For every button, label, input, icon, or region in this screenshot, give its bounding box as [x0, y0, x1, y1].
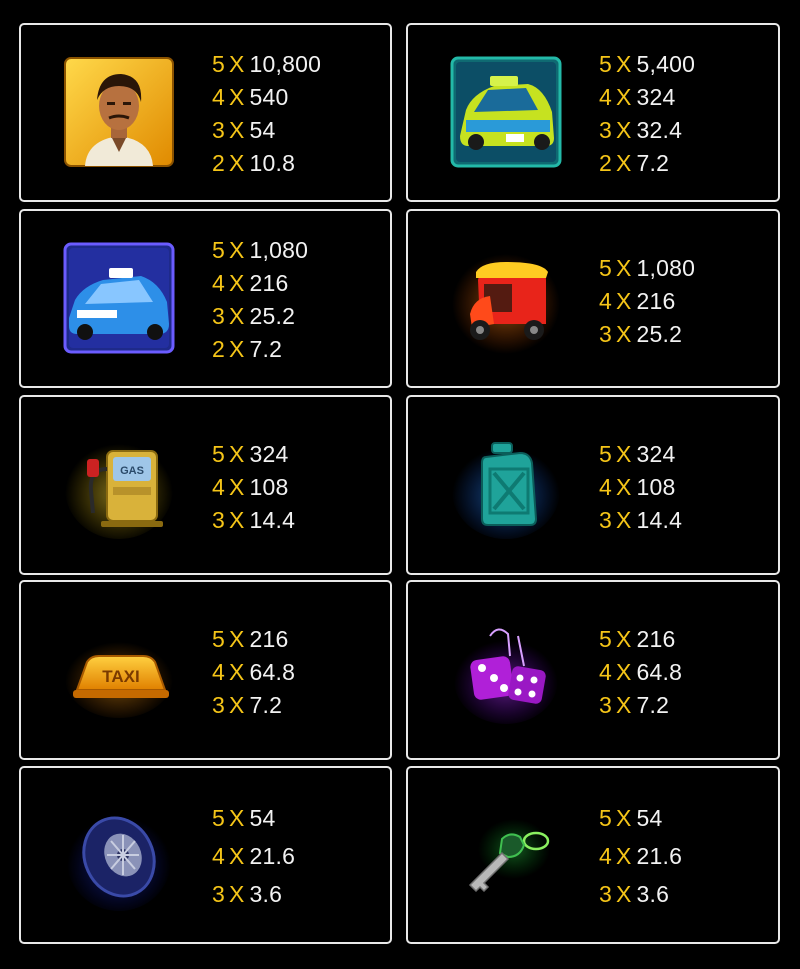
car-key-icon	[446, 797, 566, 917]
pay-row: 5 X 54	[212, 805, 276, 831]
pay-row: 3 X 54	[212, 117, 276, 143]
taxi-roof-sign-icon: TAXI	[59, 612, 179, 732]
driver-portrait-icon	[59, 52, 179, 172]
pay-row: 4 X 540	[212, 84, 289, 110]
paytable-card-rickshaw: 5 X 1,080 4 X 216 3 X 25.2	[406, 209, 780, 388]
pay-row: 3 X 3.6	[599, 881, 670, 907]
pay-row: 5 X 54	[599, 805, 663, 831]
pay-row: 3 X 7.2	[212, 692, 283, 718]
paytable-values: 5 X 1,080 4 X 216 3 X 25.2	[599, 252, 695, 351]
pay-row: 5 X 216	[212, 626, 289, 652]
pay-row: 4 X 21.6	[212, 843, 296, 869]
paytable-values: 5 X 324 4 X 108 3 X 14.4	[599, 438, 682, 537]
pay-row: 4 X 21.6	[599, 843, 683, 869]
auto-rickshaw-icon	[446, 240, 566, 360]
pay-row: 4 X 108	[599, 474, 676, 500]
pay-row: 3 X 14.4	[212, 507, 296, 533]
paytable-values: 5 X 54 4 X 21.6 3 X 3.6	[212, 790, 295, 922]
blue-taxi-car-icon	[59, 238, 179, 358]
fuzzy-dice-icon	[446, 612, 566, 732]
paytable-card-jerry-can: 5 X 324 4 X 108 3 X 14.4	[406, 395, 780, 575]
pay-row: 5 X 1,080	[599, 255, 696, 281]
pay-row: 5 X 216	[599, 626, 676, 652]
tire-icon	[59, 797, 179, 917]
yellow-green-taxi-icon	[446, 52, 566, 172]
paytable-values: 5 X 216 4 X 64.8 3 X 7.2	[212, 623, 295, 722]
gas-pump-icon: GAS	[59, 425, 179, 545]
pay-row: 4 X 108	[212, 474, 289, 500]
pay-row: 4 X 324	[599, 84, 676, 110]
pay-row: 2 X 7.2	[599, 150, 670, 176]
paytable-values: 5 X 5,400 4 X 324 3 X 32.4 2 X 7.2	[599, 50, 695, 178]
pay-row: 5 X 324	[212, 441, 289, 467]
paytable-values: 5 X 1,080 4 X 216 3 X 25.2 2 X 7.2	[212, 236, 308, 364]
paytable-card-car-key: 5 X 54 4 X 21.6 3 X 3.6	[406, 766, 780, 944]
pay-row: 4 X 216	[599, 288, 676, 314]
pay-row: 5 X 5,400	[599, 51, 696, 77]
paytable-card-taxi-sign: TAXI 5 X 216 4 X 64.8 3 X 7.2	[19, 580, 392, 760]
jerry-can-icon	[446, 425, 566, 545]
pay-row: 3 X 3.6	[212, 881, 283, 907]
pay-row: 3 X 14.4	[599, 507, 683, 533]
pay-row: 3 X 25.2	[599, 321, 683, 347]
pay-row: 5 X 1,080	[212, 237, 309, 263]
svg-text:GAS: GAS	[120, 465, 144, 477]
paytable-card-yellow-taxi: 5 X 5,400 4 X 324 3 X 32.4 2 X 7.2	[406, 23, 780, 202]
paytable-values: 5 X 54 4 X 21.6 3 X 3.6	[599, 790, 682, 922]
paytable-values: 5 X 216 4 X 64.8 3 X 7.2	[599, 623, 682, 722]
pay-row: 2 X 10.8	[212, 150, 296, 176]
pay-row: 4 X 64.8	[212, 659, 296, 685]
pay-row: 5 X 324	[599, 441, 676, 467]
pay-row: 2 X 7.2	[212, 336, 283, 362]
paytable-values: 5 X 10,800 4 X 540 3 X 54 2 X 10.8	[212, 50, 321, 178]
paytable-card-gas-pump: GAS 5 X 324 4 X 108 3 X 14.4	[19, 395, 392, 575]
paytable-card-blue-taxi: 5 X 1,080 4 X 216 3 X 25.2 2 X 7.2	[19, 209, 392, 388]
pay-row: 3 X 32.4	[599, 117, 683, 143]
pay-row: 3 X 7.2	[599, 692, 670, 718]
pay-row: 3 X 25.2	[212, 303, 296, 329]
paytable-card-driver: 5 X 10,800 4 X 540 3 X 54 2 X 10.8	[19, 23, 392, 202]
svg-text:TAXI: TAXI	[102, 667, 139, 686]
paytable-card-tire: 5 X 54 4 X 21.6 3 X 3.6	[19, 766, 392, 944]
pay-row: 4 X 64.8	[599, 659, 683, 685]
paytable-values: 5 X 324 4 X 108 3 X 14.4	[212, 438, 295, 537]
pay-row: 4 X 216	[212, 270, 289, 296]
paytable-card-dice: 5 X 216 4 X 64.8 3 X 7.2	[406, 580, 780, 760]
pay-row: 5 X 10,800	[212, 51, 322, 77]
